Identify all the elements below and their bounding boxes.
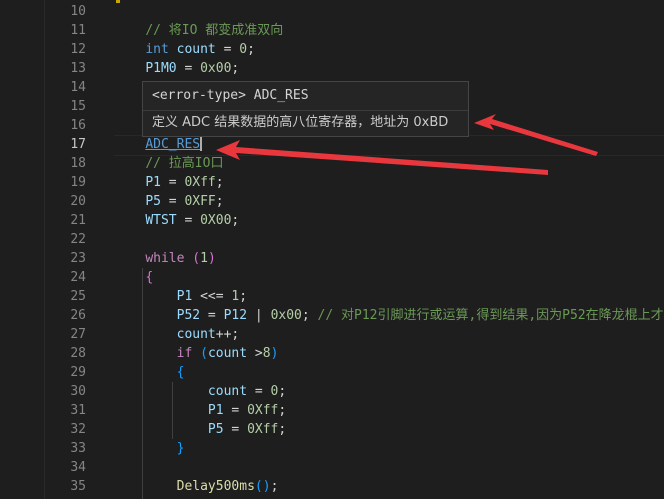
annotation-arrows: [216, 114, 598, 175]
arrow-to-adc-res: [216, 140, 548, 175]
arrow-to-tooltip: [474, 114, 598, 156]
